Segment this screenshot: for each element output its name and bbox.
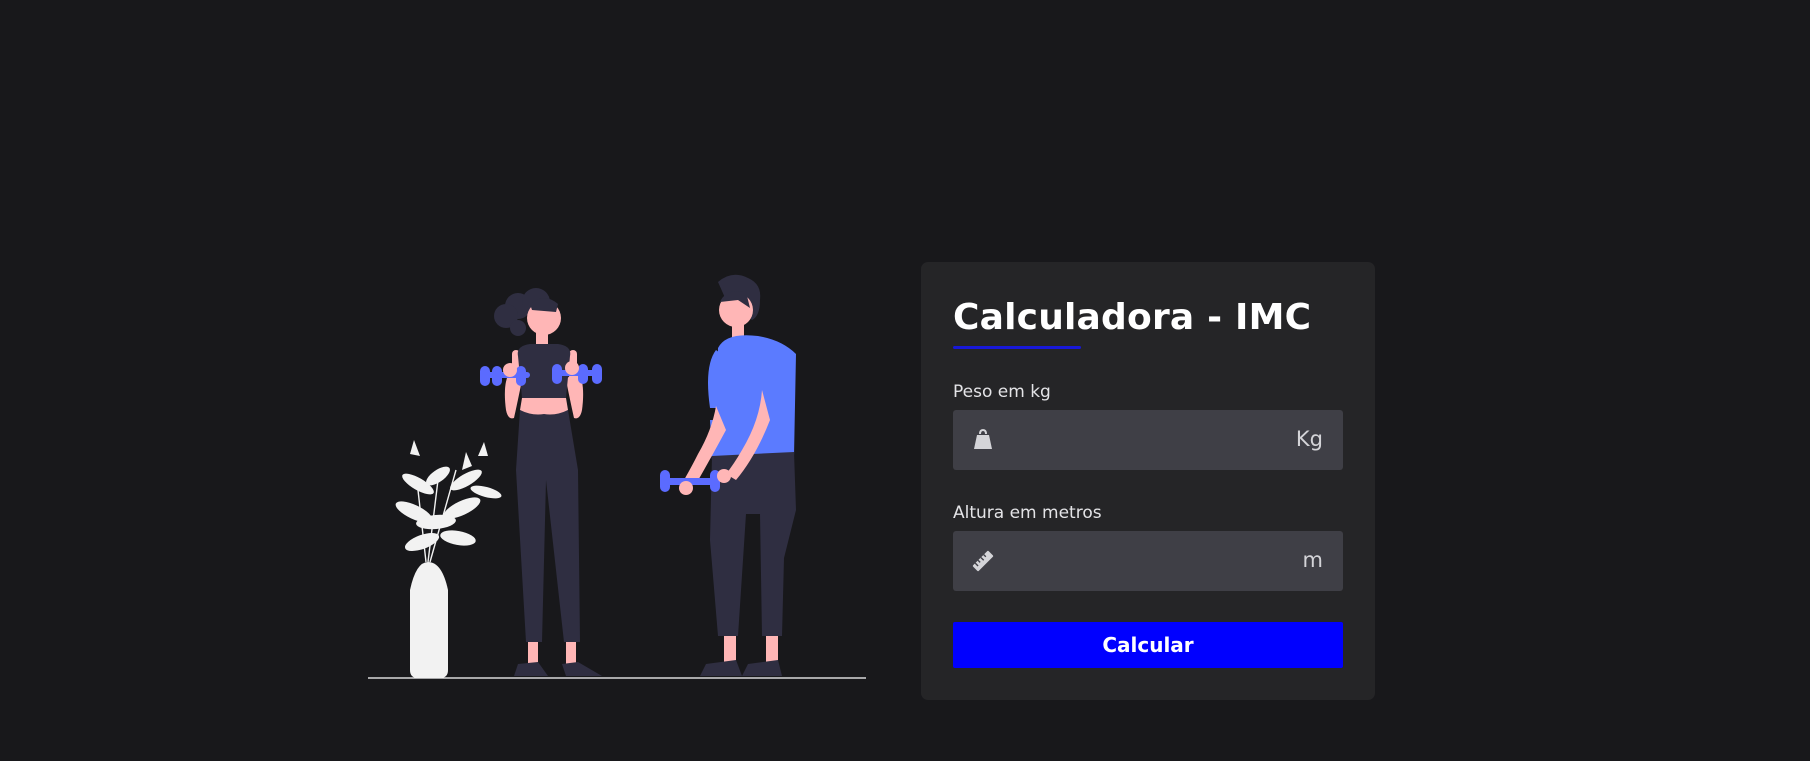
card-title: Calculadora - IMC (953, 297, 1312, 338)
man-figure (660, 274, 796, 676)
imc-calculator-card: Calculadora - IMC Peso em kg Kg Altura e… (921, 262, 1375, 700)
weight-icon (974, 428, 992, 449)
workout-illustration (368, 274, 866, 679)
height-input[interactable] (1003, 531, 1277, 593)
weight-unit: Kg (1295, 427, 1323, 451)
woman-figure (480, 288, 602, 676)
height-unit: m (1302, 548, 1323, 572)
height-input-group: m (953, 531, 1343, 593)
title-underline (953, 346, 1081, 349)
page: Calculadora - IMC Peso em kg Kg Altura e… (0, 0, 1810, 761)
ruler-icon (972, 550, 994, 572)
calculate-button[interactable]: Calcular (953, 622, 1343, 668)
weight-input-group: Kg (953, 410, 1343, 472)
weight-input[interactable] (1003, 410, 1277, 472)
weight-label: Peso em kg (953, 382, 1051, 402)
plant (395, 440, 502, 678)
height-label: Altura em metros (953, 503, 1102, 523)
